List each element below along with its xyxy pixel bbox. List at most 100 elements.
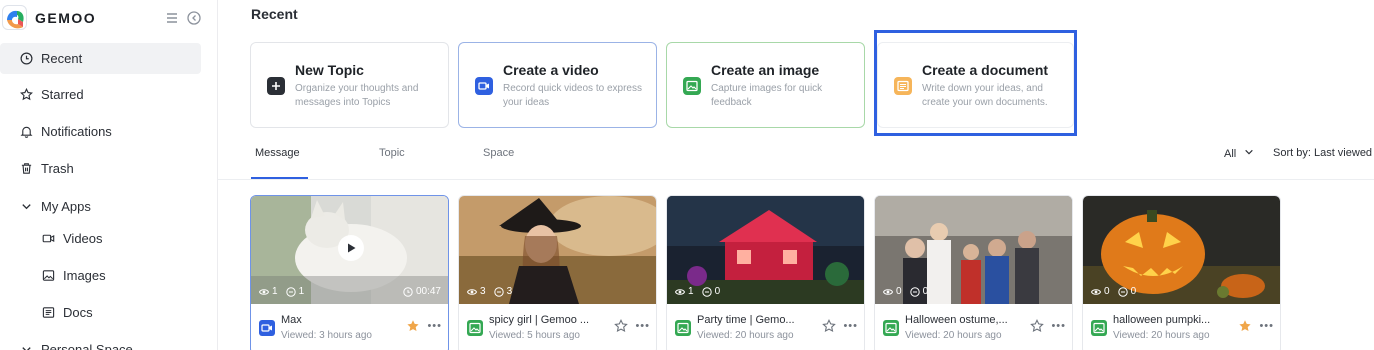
sidebar-item-label: Images xyxy=(63,268,106,283)
views-count: 1 xyxy=(688,286,694,297)
comments-stat: 1 xyxy=(285,286,305,297)
views-stat: 0 xyxy=(883,286,902,297)
sidebar-item-trash[interactable]: Trash xyxy=(0,153,201,184)
duration-text: 00:47 xyxy=(415,286,441,297)
sidebar-item-videos[interactable]: Videos xyxy=(0,223,201,254)
collapse-sidebar-icon[interactable] xyxy=(186,10,202,26)
card-title[interactable]: Max xyxy=(281,314,391,326)
clock-icon xyxy=(403,286,413,297)
action-card-title: Create a document xyxy=(922,62,1049,78)
views-count: 1 xyxy=(272,286,278,297)
sidebar-item-label: Docs xyxy=(63,305,93,320)
sidebar-item-starred[interactable]: Starred xyxy=(0,79,201,110)
media-card[interactable]: 0 0 halloween pumpki... Viewed: 20 hours… xyxy=(1082,195,1281,350)
sidebar-item-images[interactable]: Images xyxy=(0,260,201,291)
sidebar-item-label: Recent xyxy=(41,51,83,66)
card-title[interactable]: Halloween ostume,... xyxy=(905,314,1015,326)
sidebar-item-label: Notifications xyxy=(41,124,112,139)
comment-icon xyxy=(701,286,712,297)
filter-label: All xyxy=(1224,148,1237,160)
eye-icon xyxy=(467,288,477,295)
create-video-card[interactable]: Create a video Record quick videos to ex… xyxy=(458,42,657,128)
sidebar-group-personal-space[interactable]: Personal Space xyxy=(0,334,201,350)
star-filled-icon[interactable] xyxy=(1238,319,1252,333)
comment-icon xyxy=(493,286,504,297)
card-viewed-time: Viewed: 20 hours ago xyxy=(697,330,794,341)
eye-icon xyxy=(883,288,893,295)
filter-dropdown[interactable]: All xyxy=(1224,147,1254,160)
comment-icon xyxy=(285,286,296,297)
comments-count: 1 xyxy=(298,286,305,297)
play-button[interactable] xyxy=(338,235,364,261)
comments-stat: 0 xyxy=(701,286,720,297)
gemoo-logo-icon[interactable] xyxy=(2,5,27,30)
video-icon xyxy=(475,77,493,95)
more-options-icon[interactable]: ••• xyxy=(1259,320,1274,332)
views-stat: 1 xyxy=(675,286,694,297)
card-viewed-time: Viewed: 20 hours ago xyxy=(1113,330,1210,341)
media-card[interactable]: 1 1 00:47 Max Viewed: 3 hours ago ••• xyxy=(250,195,449,350)
doc-icon xyxy=(42,307,55,318)
video-icon xyxy=(42,234,55,243)
comments-count: 3 xyxy=(506,286,513,297)
views-count: 3 xyxy=(480,286,486,297)
card-stats: 1 0 xyxy=(675,286,720,297)
sidebar-item-docs[interactable]: Docs xyxy=(0,297,201,328)
active-tab-indicator xyxy=(251,177,308,179)
more-options-icon[interactable]: ••• xyxy=(1051,320,1066,332)
more-options-icon[interactable]: ••• xyxy=(635,320,650,332)
plus-icon xyxy=(267,77,285,95)
new-topic-card[interactable]: New Topic Organize your thoughts and mes… xyxy=(250,42,449,128)
views-stat: 3 xyxy=(467,286,486,297)
sidebar-item-notifications[interactable]: Notifications xyxy=(0,116,201,147)
star-outline-icon[interactable] xyxy=(614,319,628,333)
sidebar-group-my-apps[interactable]: My Apps xyxy=(0,191,201,222)
comments-count: 0 xyxy=(922,286,929,297)
thumbnail-party-house: 1 0 xyxy=(667,196,864,304)
tab-message[interactable]: Message xyxy=(255,147,300,159)
image-file-icon xyxy=(1091,320,1107,336)
eye-icon xyxy=(675,288,685,295)
more-options-icon[interactable]: ••• xyxy=(843,320,858,332)
star-outline-icon[interactable] xyxy=(822,319,836,333)
video-duration: 00:47 xyxy=(403,286,441,297)
image-file-icon xyxy=(675,320,691,336)
tab-space[interactable]: Space xyxy=(483,147,514,159)
action-card-desc: Write down your ideas, and create your o… xyxy=(922,83,1048,108)
action-card-title: Create an image xyxy=(711,62,820,78)
create-image-card[interactable]: Create an image Capture images for quick… xyxy=(666,42,865,128)
star-outline-icon[interactable] xyxy=(1030,319,1044,333)
views-stat: 1 xyxy=(259,286,278,297)
chevron-down-icon xyxy=(22,204,31,210)
action-card-title: Create a video xyxy=(503,62,599,78)
video-file-icon xyxy=(259,320,275,336)
image-file-icon xyxy=(467,320,483,336)
create-document-card[interactable]: Create a document Write down your ideas,… xyxy=(877,42,1074,128)
brand-name: GEMOO xyxy=(35,10,97,26)
comment-icon xyxy=(1117,286,1128,297)
media-card[interactable]: 1 0 Party time | Gemo... Viewed: 20 hour… xyxy=(666,195,865,350)
media-card[interactable]: 3 3 spicy girl | Gemoo ... Viewed: 5 hou… xyxy=(458,195,657,350)
comments-count: 0 xyxy=(1130,286,1137,297)
action-card-desc: Organize your thoughts and messages into… xyxy=(295,83,419,108)
card-title[interactable]: halloween pumpki... xyxy=(1113,314,1223,326)
card-stats: 0 0 xyxy=(883,286,928,297)
sidebar-item-recent[interactable]: Recent xyxy=(0,43,201,74)
thumbnail-pumpkin: 0 0 xyxy=(1083,196,1280,304)
card-title[interactable]: spicy girl | Gemoo ... xyxy=(489,314,599,326)
clock-icon xyxy=(20,52,33,65)
card-stats: 1 1 xyxy=(259,286,304,297)
list-view-icon[interactable] xyxy=(164,10,180,26)
star-filled-icon[interactable] xyxy=(406,319,420,333)
sidebar-item-label: Videos xyxy=(63,231,103,246)
action-card-title: New Topic xyxy=(295,62,364,78)
sort-dropdown[interactable]: Sort by: Last viewed xyxy=(1273,147,1372,159)
document-icon xyxy=(894,77,912,95)
media-card[interactable]: 0 0 Halloween ostume,... Viewed: 20 hour… xyxy=(874,195,1073,350)
tab-topic[interactable]: Topic xyxy=(379,147,405,159)
comments-stat: 3 xyxy=(493,286,513,297)
more-options-icon[interactable]: ••• xyxy=(427,320,442,332)
views-stat: 0 xyxy=(1091,286,1110,297)
action-card-desc: Capture images for quick feedback xyxy=(711,83,823,108)
card-title[interactable]: Party time | Gemo... xyxy=(697,314,807,326)
